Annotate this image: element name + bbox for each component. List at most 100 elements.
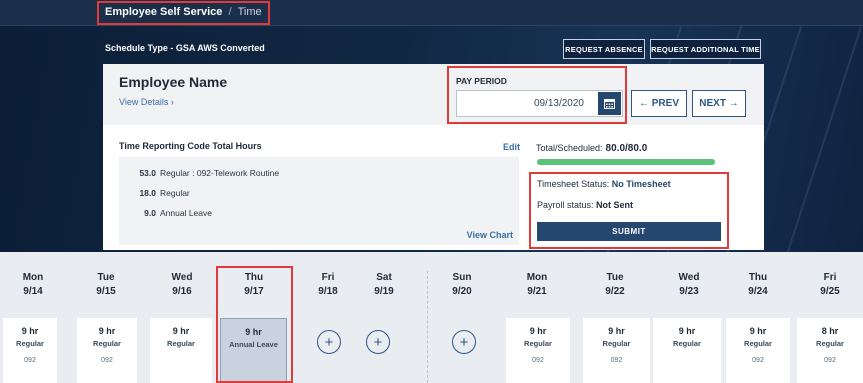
day-name: Mon [526,272,548,283]
breadcrumb-separator: / [228,6,232,18]
trc-label: Regular [160,188,190,198]
entry-type: Regular [167,339,195,348]
day-date: 9/16 [172,286,192,297]
entry-hours: 9 hr [678,326,696,336]
edit-link[interactable]: Edit [503,142,520,152]
entry-type: Regular [16,339,44,348]
entry-code: 092 [752,357,764,364]
entry-type: Regular [816,339,844,348]
entry-hours: 9 hr [749,326,767,336]
trc-hours: 18.0 [139,188,156,198]
day-column: Wed 9/23 9 hr Regular [653,262,725,383]
day-column: Mon 9/21 9 hr Regular 092 [505,262,570,383]
day-time-entry[interactable]: 9 hr Regular [653,318,721,383]
entry-hours: 8 hr [821,326,839,336]
submit-button[interactable]: SUBMIT [537,222,721,241]
day-name: Sat [376,272,392,283]
day-date: 9/20 [452,286,472,297]
breadcrumb-current: Time [237,6,262,18]
day-date: 9/25 [820,286,840,297]
day-date: 9/14 [23,286,43,297]
entry-code: 092 [532,357,544,364]
timesheet-status: Timesheet Status: No Timesheet [537,179,671,189]
add-time-icon[interactable]: + [317,330,341,354]
day-time-entry[interactable]: 9 hr Regular 092 [77,318,137,383]
day-column: Tue 9/22 9 hr Regular 092 [580,262,650,383]
schedule-type-label: Schedule Type - [105,43,176,53]
entry-hours: 9 hr [98,326,116,336]
day-column: Mon 9/14 9 hr Regular 092 [0,262,66,383]
breadcrumb-root[interactable]: Employee Self Service [105,6,222,18]
day-date: 9/22 [605,286,625,297]
next-button[interactable]: NEXT → [692,90,746,117]
schedule-type-value: GSA AWS Converted [175,43,265,53]
day-column: Fri 9/25 8 hr Regular 092 [797,262,863,383]
entry-type: Regular [673,339,701,348]
day-column: Sun 9/20 + [430,262,494,383]
add-time-icon[interactable]: + [366,330,390,354]
view-chart-link[interactable]: View Chart [467,230,513,240]
day-name: Thu [748,272,768,283]
trc-hours: 9.0 [144,208,156,218]
trc-panel: 53.0 Regular : 092-Telework Routine 18.0 R… [119,157,519,245]
day-name: Wed [678,272,700,283]
total-scheduled-label: Total/Scheduled: [536,143,603,153]
day-column: Fri 9/18 + [296,262,360,383]
payroll-status-value: Not Sent [596,200,634,210]
day-date: 9/24 [748,286,768,297]
employee-name: Employee Name [119,74,228,90]
hours-progress-fill [537,159,715,165]
request-additional-time-button[interactable]: REQUEST ADDITIONAL TIME [650,39,761,59]
entry-hours: 9 hr [529,326,547,336]
day-date: 9/23 [679,286,699,297]
entry-code: 092 [610,357,623,364]
view-details-link[interactable]: View Details › [119,97,174,107]
day-column: Sat 9/19 + [352,262,416,383]
day-column: Thu 9/24 9 hr Regular 092 [725,262,791,383]
pay-period-value: 09/13/2020 [533,98,584,109]
trc-label: Annual Leave [160,208,212,218]
day-time-entry[interactable]: 9 hr Regular [150,318,212,383]
pay-period-input[interactable]: 09/13/2020 [456,90,623,117]
day-name: Tue [606,272,624,283]
total-scheduled: Total/Scheduled: 80.0/80.0 [536,143,647,154]
calendar-icon[interactable] [598,92,621,115]
day-name: Sun [452,272,472,283]
selected-day-highlight [216,266,293,383]
timesheet-status-label: Timesheet Status: [537,179,610,189]
entry-hours: 9 hr [608,326,625,336]
entry-code: 092 [24,357,36,364]
day-date: 9/21 [527,286,547,297]
entry-code: 092 [824,357,836,364]
trc-row: 53.0 Regular : 092-Telework Routine [119,168,279,178]
timesheet-status-value: No Timesheet [611,179,671,189]
payroll-status: Payroll status: Not Sent [537,200,633,210]
week-divider [427,271,428,383]
trc-row: 18.0 Regular [119,188,190,198]
payroll-status-label: Payroll status: [537,200,594,210]
day-date: 9/15 [96,286,116,297]
day-time-entry[interactable]: 9 hr Regular 092 [583,318,650,383]
day-time-entry[interactable]: 9 hr Regular 092 [506,318,570,383]
prev-button[interactable]: ← PREV [631,90,687,117]
add-time-icon[interactable]: + [452,330,476,354]
trc-label: Regular : 092-Telework Routine [160,168,280,178]
entry-type: Regular [602,339,631,348]
request-absence-button[interactable]: REQUEST ABSENCE [563,39,645,59]
day-name: Mon [22,272,44,283]
trc-hours: 53.0 [139,168,156,178]
pay-period-label: PAY PERIOD [456,76,507,86]
total-scheduled-value: 80.0/80.0 [605,143,648,154]
day-time-entry[interactable]: 8 hr Regular 092 [797,318,863,383]
trc-title: Time Reporting Code Total Hours [119,141,262,151]
breadcrumb: Employee Self Service / Time [97,1,270,25]
day-time-entry[interactable]: 9 hr Regular 092 [726,318,790,383]
day-name: Fri [321,272,335,283]
entry-type: Regular [524,339,552,348]
day-name: Tue [97,272,115,283]
entry-code: 092 [101,357,113,364]
entry-type: Regular [744,339,772,348]
schedule-type: Schedule Type - GSA AWS Converted [105,43,265,53]
day-time-entry[interactable]: 9 hr Regular 092 [3,318,57,383]
day-name: Wed [171,272,193,283]
